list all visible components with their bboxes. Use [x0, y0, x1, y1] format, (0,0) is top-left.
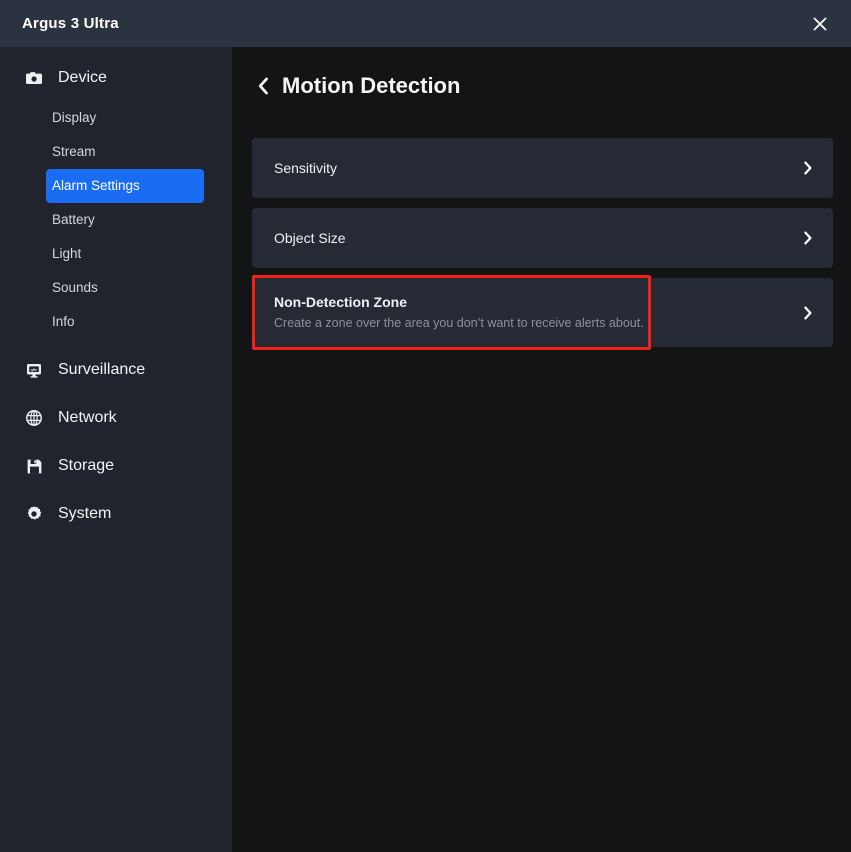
sidebar-item-stream[interactable]: Stream	[46, 135, 204, 169]
chevron-right-icon	[801, 160, 815, 176]
chevron-right-icon	[801, 230, 815, 246]
sidebar-item-system[interactable]: System	[0, 497, 232, 531]
camera-icon	[24, 68, 44, 88]
sidebar-item-device[interactable]: Device	[0, 61, 232, 95]
setting-row-non-detection-zone[interactable]: Non-Detection Zone Create a zone over th…	[252, 278, 833, 347]
page-header: Motion Detection	[252, 73, 460, 99]
sidebar-subitem-label: Display	[52, 110, 97, 125]
sidebar: Device Display Stream Alarm Settings Bat…	[0, 47, 232, 852]
sidebar-item-storage[interactable]: Storage	[0, 449, 232, 483]
sidebar-item-network[interactable]: Network	[0, 401, 232, 435]
sidebar-subitem-label: Battery	[52, 212, 95, 227]
sidebar-item-label: Device	[58, 69, 107, 86]
page-title: Motion Detection	[282, 73, 461, 98]
sidebar-item-label: Storage	[58, 457, 115, 474]
monitor-icon	[24, 360, 44, 380]
sidebar-subitem-label: Alarm Settings	[52, 178, 140, 193]
sidebar-item-label: Surveillance	[58, 361, 146, 378]
app-title: Argus 3 Ultra	[22, 15, 119, 32]
close-icon[interactable]	[803, 7, 837, 41]
sidebar-item-sounds[interactable]: Sounds	[46, 271, 204, 305]
sidebar-subitems-device: Display Stream Alarm Settings Battery Li…	[0, 101, 232, 339]
sidebar-item-label: Network	[58, 409, 117, 426]
setting-row-object-size[interactable]: Object Size	[252, 208, 833, 268]
content-panel: Motion Detection Sensitivity Object Size	[232, 47, 851, 852]
setting-row-title: Object Size	[274, 230, 346, 246]
sidebar-item-display[interactable]: Display	[46, 101, 204, 135]
sidebar-subitem-label: Stream	[52, 144, 96, 159]
setting-row-sensitivity[interactable]: Sensitivity	[252, 138, 833, 198]
app-window: Argus 3 Ultra Device Display Stream Alar…	[0, 0, 851, 852]
floppy-disk-icon	[24, 456, 44, 476]
globe-icon	[24, 408, 44, 428]
sidebar-subitem-label: Info	[52, 314, 75, 329]
sidebar-item-battery[interactable]: Battery	[46, 203, 204, 237]
chevron-left-icon[interactable]	[252, 73, 274, 99]
sidebar-item-alarm-settings[interactable]: Alarm Settings	[46, 169, 204, 203]
gear-icon	[24, 504, 44, 524]
setting-row-title: Non-Detection Zone	[274, 294, 407, 310]
sidebar-subitem-label: Light	[52, 246, 82, 261]
setting-row-title: Sensitivity	[274, 160, 338, 176]
setting-row-subtitle: Create a zone over the area you don’t wa…	[274, 316, 644, 330]
sidebar-item-light[interactable]: Light	[46, 237, 204, 271]
sidebar-item-label: System	[58, 505, 112, 522]
sidebar-subitem-label: Sounds	[52, 280, 98, 295]
sidebar-item-surveillance[interactable]: Surveillance	[0, 353, 232, 387]
sidebar-item-info[interactable]: Info	[46, 305, 204, 339]
chevron-right-icon	[801, 305, 815, 321]
title-bar: Argus 3 Ultra	[0, 0, 851, 47]
